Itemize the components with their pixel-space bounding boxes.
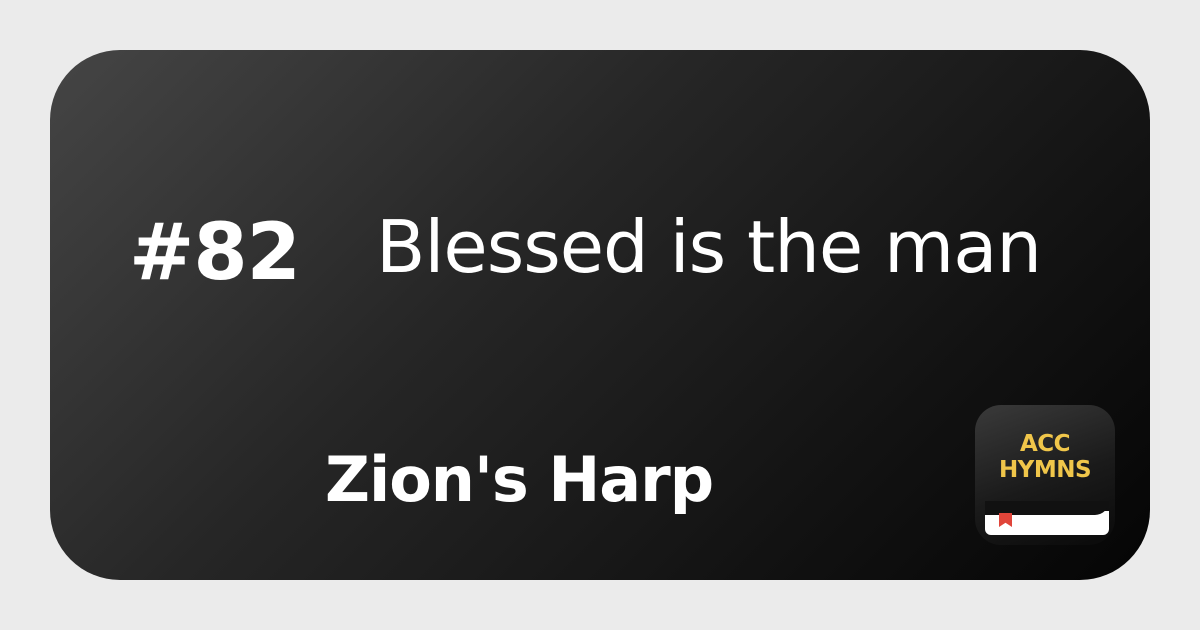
- hymn-number: #82: [129, 208, 301, 298]
- app-icon-label-line2: HYMNS: [998, 457, 1092, 483]
- background: #82 Blessed is the man Zion's Harp ACC H…: [0, 0, 1200, 630]
- book-cover-icon: [985, 501, 1109, 515]
- hymnal-name: Zion's Harp: [325, 443, 714, 516]
- hymn-title: Blessed is the man: [376, 205, 1042, 289]
- app-icon-label-line1: ACC: [1019, 431, 1071, 457]
- hymn-card: #82 Blessed is the man Zion's Harp ACC H…: [50, 50, 1150, 580]
- app-icon-label: ACC HYMNS: [975, 431, 1115, 483]
- acc-hymns-app-icon: ACC HYMNS: [975, 405, 1115, 545]
